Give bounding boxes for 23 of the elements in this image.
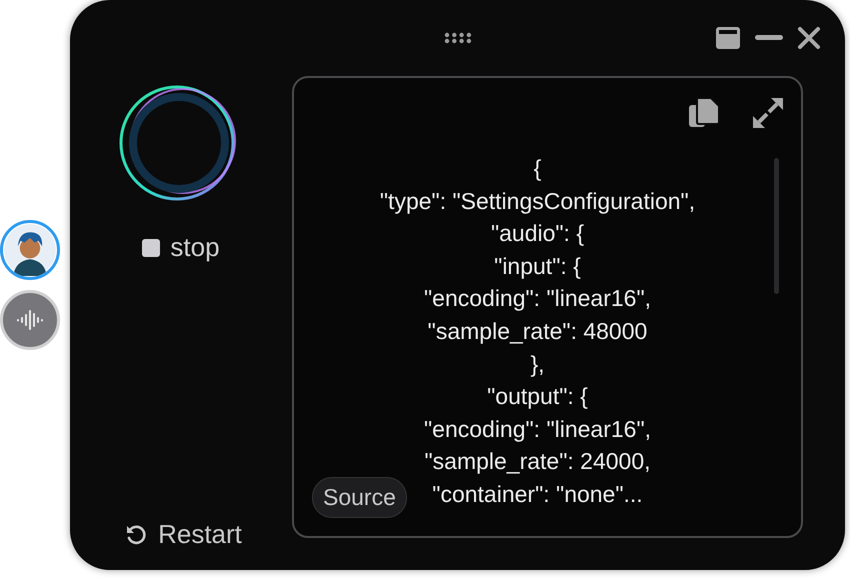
restart-button[interactable]: Restart xyxy=(124,519,242,550)
expand-icon[interactable] xyxy=(751,96,785,130)
code-line: "output": { xyxy=(487,382,588,412)
restart-icon xyxy=(124,522,148,546)
waveform-icon xyxy=(15,310,45,330)
close-icon[interactable] xyxy=(797,26,821,50)
minimize-icon[interactable] xyxy=(755,35,783,41)
stop-button[interactable]: stop xyxy=(142,232,220,263)
source-button[interactable]: Source xyxy=(312,477,407,518)
code-line: "input": { xyxy=(494,252,581,281)
code-line: { xyxy=(534,154,542,183)
code-line: }, xyxy=(530,350,545,379)
code-line: "container": "none"... xyxy=(432,480,643,509)
window-icon[interactable] xyxy=(715,26,741,50)
code-line: "encoding": "linear16", xyxy=(424,284,652,314)
code-line: "sample_rate": 24000, xyxy=(424,447,651,476)
code-line: "type": "SettingsConfiguration", xyxy=(380,186,696,216)
copy-icon[interactable] xyxy=(687,96,721,130)
avatar-button[interactable] xyxy=(0,220,60,280)
code-line: "audio": { xyxy=(490,219,584,248)
code-line: "sample_rate": 48000 xyxy=(428,316,648,346)
code-line: "encoding": "linear16", xyxy=(424,414,652,444)
drag-handle-icon[interactable] xyxy=(444,32,472,44)
